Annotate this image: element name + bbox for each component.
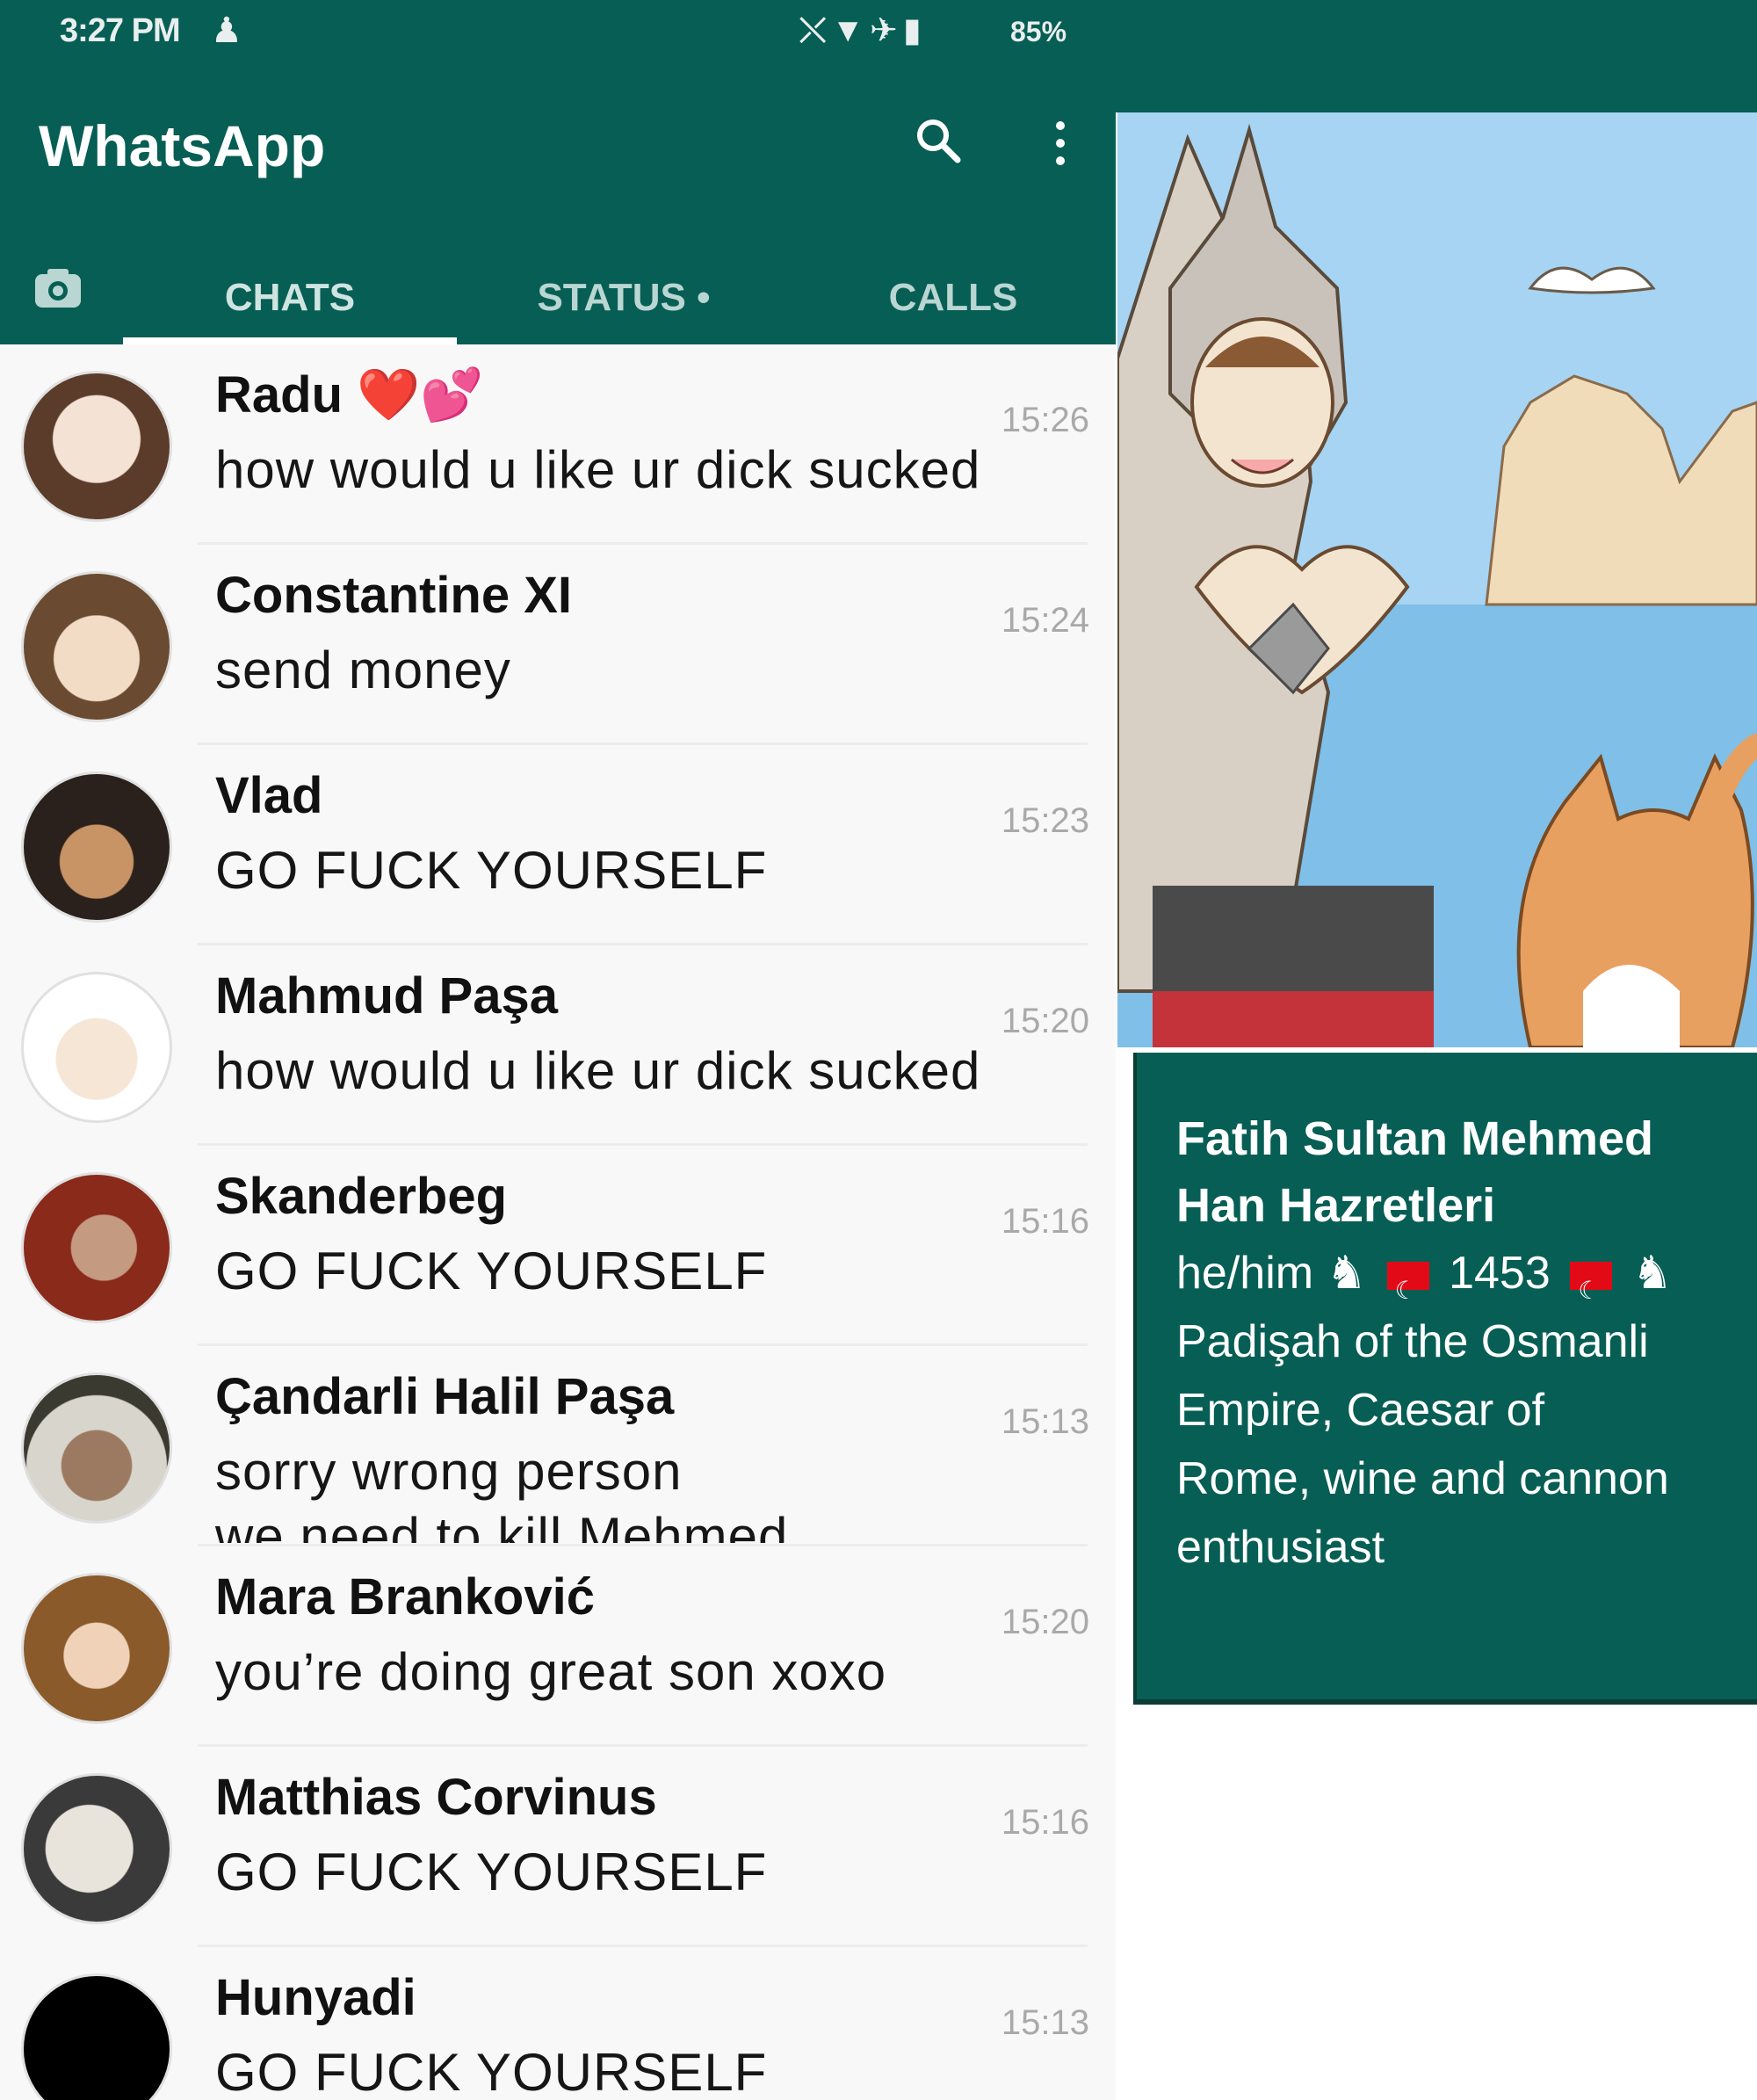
chat-time: 15:20 xyxy=(1001,1603,1089,1641)
avatar xyxy=(21,771,172,923)
chat-message-second: we need to kill Mehmed xyxy=(215,1507,789,1543)
chat-row-radu[interactable]: Radu ❤️💕 how would u like ur dick sucked… xyxy=(0,344,1116,545)
avatar xyxy=(21,371,172,522)
profile-bio-line: Rome, wine and cannon xyxy=(1176,1453,1669,1504)
chat-time: 15:23 xyxy=(1001,801,1089,840)
avatar xyxy=(21,1973,172,2100)
chat-name: Radu ❤️💕 xyxy=(215,366,484,424)
tab-status[interactable]: STATUS • xyxy=(457,246,791,341)
chat-time: 15:26 xyxy=(1001,401,1089,439)
profile-picture[interactable] xyxy=(1117,112,1757,1047)
profile-tags-line: he/him ♞ 1453 ♞ xyxy=(1176,1239,1722,1325)
chat-time: 15:13 xyxy=(1001,1402,1089,1441)
whatsapp-screen: 3:27 PM ♟ ⤬▼✈▮ 85% WhatsApp CHATS STATUS… xyxy=(0,0,1116,2100)
horse-icon: ♞ xyxy=(1631,1248,1674,1299)
app-bar: WhatsApp CHATS STATUS • CALLS xyxy=(0,70,1116,344)
chat-time: 15:16 xyxy=(1001,1202,1089,1241)
profile-bio-line: Padişah of the Osmanli xyxy=(1176,1316,1649,1367)
chat-name: Matthias Corvinus xyxy=(215,1769,657,1826)
chat-message: GO FUCK YOURSELF xyxy=(215,1843,768,1901)
chat-name: Hunyadi xyxy=(215,1969,416,2026)
chat-row-candarli[interactable]: Çandarli Halil Paşa sorry wrong person w… xyxy=(0,1346,1116,1546)
profile-bio-line: enthusiast xyxy=(1176,1522,1385,1573)
tab-indicator xyxy=(123,337,457,344)
chat-name: Vlad xyxy=(215,767,323,824)
profile-year: 1453 xyxy=(1449,1248,1551,1299)
chat-message: GO FUCK YOURSELF xyxy=(215,841,768,900)
chat-message: you’re doing great son xoxo xyxy=(215,1642,887,1701)
chat-time: 15:24 xyxy=(1001,601,1089,640)
camera-icon[interactable] xyxy=(32,262,84,315)
profile-bio-line: Empire, Caesar of xyxy=(1176,1385,1545,1436)
chat-name: Çandarli Halil Paşa xyxy=(215,1368,675,1425)
menu-icon[interactable] xyxy=(1050,119,1071,168)
app-title: WhatsApp xyxy=(39,113,326,178)
avatar xyxy=(21,1573,172,1724)
chat-time: 15:20 xyxy=(1001,1002,1089,1040)
battery-level: 85% xyxy=(1010,16,1067,47)
profile-name-line1: Fatih Sultan Mehmed xyxy=(1176,1112,1654,1165)
status-time: 3:27 PM xyxy=(60,12,181,49)
turkey-flag-icon xyxy=(1386,1256,1429,1325)
chat-message: GO FUCK YOURSELF xyxy=(215,1242,768,1300)
search-icon[interactable] xyxy=(914,116,963,165)
profile-bio-card: Fatih Sultan Mehmed Han Hazretleri he/hi… xyxy=(1133,1053,1757,1705)
chat-name: Mahmud Paşa xyxy=(215,967,558,1025)
chat-row-vlad[interactable]: Vlad GO FUCK YOURSELF 15:23 xyxy=(0,745,1116,945)
chat-row-skanderbeg[interactable]: Skanderbeg GO FUCK YOURSELF 15:16 xyxy=(0,1146,1116,1346)
chat-message: how would u like ur dick sucked xyxy=(215,440,981,499)
tab-chats[interactable]: CHATS xyxy=(123,246,457,341)
chat-message: how would u like ur dick sucked xyxy=(215,1041,981,1100)
person-icon: ♟ xyxy=(211,11,242,50)
chat-name: Constantine XI xyxy=(215,567,573,624)
profile-pronouns: he/him xyxy=(1176,1248,1314,1299)
avatar xyxy=(21,972,172,1123)
chat-row-constantine[interactable]: Constantine XI send money 15:24 xyxy=(0,545,1116,745)
status-icons: ⤬▼✈▮ xyxy=(799,12,927,49)
avatar xyxy=(21,1172,172,1323)
chat-message: send money xyxy=(215,641,511,699)
chat-time: 15:16 xyxy=(1001,1803,1089,1842)
turkey-flag-icon xyxy=(1570,1256,1613,1325)
chat-name: Mara Branković xyxy=(215,1568,595,1626)
horse-icon: ♞ xyxy=(1326,1248,1368,1299)
chat-row-hunyadi[interactable]: Hunyadi GO FUCK YOURSELF 15:13 xyxy=(0,1947,1116,2100)
chat-row-mara[interactable]: Mara Branković you’re doing great son xo… xyxy=(0,1546,1116,1747)
profile-name-line2: Han Hazretleri xyxy=(1176,1179,1496,1232)
chat-name: Skanderbeg xyxy=(215,1168,507,1225)
avatar xyxy=(21,571,172,722)
chat-row-matthias[interactable]: Matthias Corvinus GO FUCK YOURSELF 15:16 xyxy=(0,1747,1116,1947)
chat-row-mahmud[interactable]: Mahmud Paşa how would u like ur dick suc… xyxy=(0,945,1116,1146)
tab-bar: CHATS STATUS • CALLS xyxy=(0,246,1116,344)
chat-message: sorry wrong person xyxy=(215,1442,683,1501)
chat-time: 15:13 xyxy=(1001,2003,1089,2042)
profile-header-bg xyxy=(1116,0,1757,112)
status-bar: 3:27 PM ♟ ⤬▼✈▮ 85% xyxy=(0,0,1116,70)
avatar xyxy=(21,1773,172,1924)
chat-message: GO FUCK YOURSELF xyxy=(215,2043,768,2100)
avatar xyxy=(21,1372,172,1524)
tab-calls[interactable]: CALLS xyxy=(791,246,1116,341)
